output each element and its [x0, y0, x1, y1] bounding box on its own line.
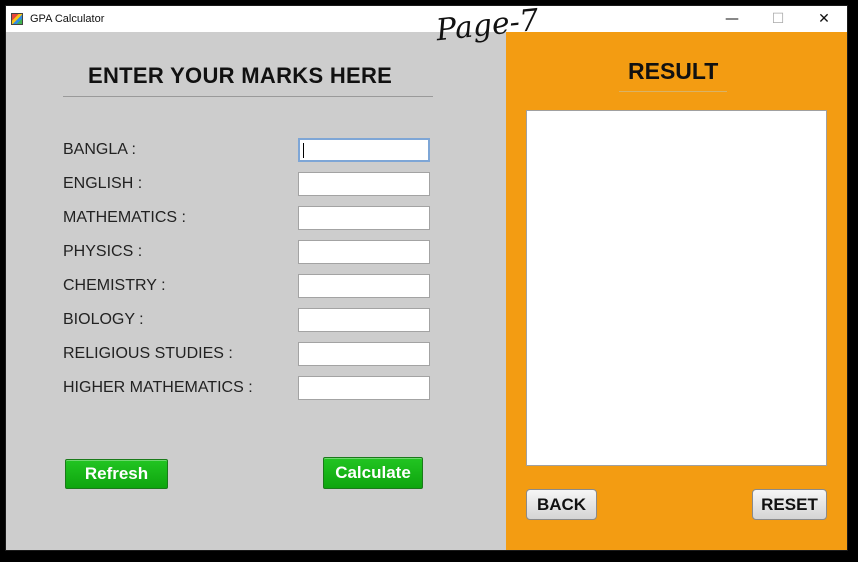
religious-studies-input[interactable] [298, 342, 430, 366]
bangla-input[interactable] [298, 138, 430, 162]
physics-label: PHYSICS : [63, 243, 143, 260]
chemistry-label: CHEMISTRY : [63, 277, 166, 294]
chemistry-input[interactable] [298, 274, 430, 298]
subject-row-religious-studies: RELIGIOUS STUDIES : [63, 342, 443, 366]
result-display [526, 110, 827, 466]
subject-row-english: ENGLISH : [63, 172, 443, 196]
app-icon [11, 13, 23, 25]
subject-row-bangla: BANGLA : [63, 138, 443, 162]
subject-row-biology: BIOLOGY : [63, 308, 443, 332]
gpa-calculator-window: GPA Calculator — ☐ ✕ ENTER YOUR MARKS HE… [5, 5, 848, 551]
reset-button[interactable]: RESET [752, 489, 827, 520]
english-input[interactable] [298, 172, 430, 196]
english-label: ENGLISH : [63, 175, 143, 192]
subject-row-mathematics: MATHEMATICS : [63, 206, 443, 230]
subject-row-physics: PHYSICS : [63, 240, 443, 264]
mathematics-label: MATHEMATICS : [63, 209, 186, 226]
bangla-label: BANGLA : [63, 141, 136, 158]
biology-label: BIOLOGY : [63, 311, 144, 328]
subject-row-higher-mathematics: HIGHER MATHEMATICS : [63, 376, 443, 400]
back-button[interactable]: BACK [526, 489, 597, 520]
maximize-button[interactable]: ☐ [755, 6, 801, 32]
higher-mathematics-label: HIGHER MATHEMATICS : [63, 379, 253, 396]
higher-mathematics-input[interactable] [298, 376, 430, 400]
biology-input[interactable] [298, 308, 430, 332]
heading-divider [63, 96, 433, 97]
physics-input[interactable] [298, 240, 430, 264]
result-panel: RESULT BACK RESET [506, 32, 847, 550]
result-divider [619, 91, 727, 92]
subject-row-chemistry: CHEMISTRY : [63, 274, 443, 298]
marks-entry-panel: ENTER YOUR MARKS HERE BANGLA : ENGLISH :… [6, 32, 506, 550]
minimize-button[interactable]: — [709, 6, 755, 32]
title-bar[interactable]: GPA Calculator — ☐ ✕ [6, 6, 847, 32]
mathematics-input[interactable] [298, 206, 430, 230]
refresh-button[interactable]: Refresh [65, 459, 168, 489]
religious-studies-label: RELIGIOUS STUDIES : [63, 345, 233, 362]
result-title: RESULT [628, 58, 719, 84]
text-caret [303, 143, 304, 158]
window-title: GPA Calculator [30, 13, 105, 25]
marks-heading: ENTER YOUR MARKS HERE [88, 63, 393, 88]
close-button[interactable]: ✕ [801, 6, 847, 32]
window-controls: — ☐ ✕ [709, 6, 847, 32]
calculate-button[interactable]: Calculate [323, 457, 423, 489]
